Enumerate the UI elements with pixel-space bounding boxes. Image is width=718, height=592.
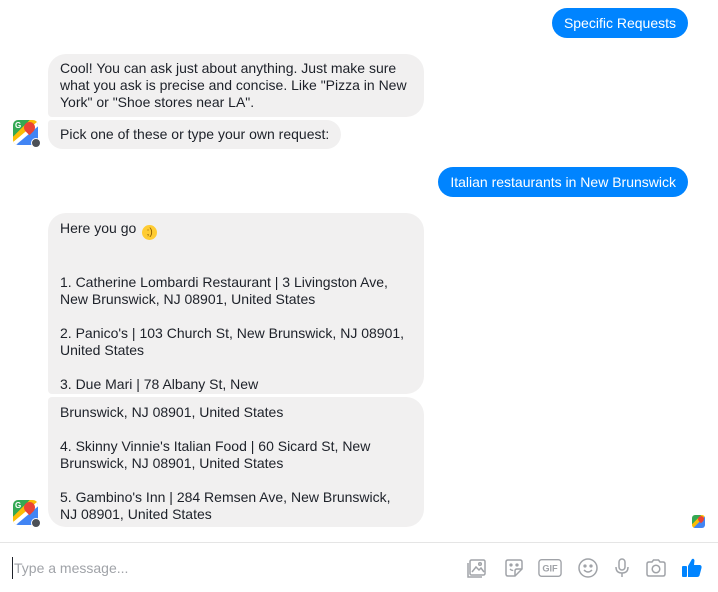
message-outgoing: Specific Requests: [551, 8, 688, 38]
gif-label: GIF: [542, 564, 558, 574]
messenger-badge-icon: [31, 138, 41, 148]
result-line: 4. Skinny Vinnie's Italian Food | 60 Sic…: [60, 438, 371, 454]
gif-icon[interactable]: GIF: [538, 556, 562, 580]
microphone-icon[interactable]: [610, 556, 634, 580]
message-incoming-results: Brunswick, NJ 08901, United States 4. Sk…: [48, 397, 424, 527]
composer-bar: GIF: [0, 542, 718, 592]
result-line: Brunswick, NJ 08901, United States: [60, 404, 284, 420]
seen-indicator-icon: [692, 515, 705, 528]
message-input[interactable]: [12, 557, 442, 579]
message-incoming: Cool! You can ask just about anything. J…: [48, 54, 424, 117]
emoji-icon[interactable]: [576, 556, 600, 580]
message-line: Here you go ;): [60, 220, 412, 240]
result-line: Brunswick, NJ 08901, United States: [60, 455, 284, 471]
result-line: New Brunswick, NJ 08901, United States: [60, 291, 316, 307]
message-incoming: Pick one of these or type your own reque…: [48, 120, 342, 149]
message-thread: Specific Requests Cool! You can ask just…: [0, 0, 718, 542]
camera-icon[interactable]: [644, 556, 668, 580]
result-line: NJ 08901, United States: [60, 506, 212, 522]
wink-emoji-icon: ;): [142, 225, 158, 240]
image-icon[interactable]: [465, 556, 489, 580]
bot-avatar[interactable]: G: [13, 120, 41, 148]
result-line: United States: [60, 342, 145, 358]
message-incoming-results: Here you go ;) 1. Catherine Lombardi Res…: [48, 213, 424, 394]
messenger-badge-icon: [31, 518, 41, 528]
result-line: 1. Catherine Lombardi Restaurant | 3 Liv…: [60, 274, 388, 290]
thumbs-up-icon[interactable]: [680, 556, 704, 580]
message-text: Here you go: [60, 220, 137, 236]
message-outgoing: Italian restaurants in New Brunswick: [438, 167, 688, 197]
result-line: 3. Due Mari | 78 Albany St, New: [60, 376, 259, 392]
sticker-icon[interactable]: [502, 556, 526, 580]
result-line: 5. Gambino's Inn | 284 Remsen Ave, New B…: [60, 489, 391, 505]
bot-avatar[interactable]: G: [13, 500, 41, 528]
result-line: 2. Panico's | 103 Church St, New Brunswi…: [60, 325, 405, 341]
